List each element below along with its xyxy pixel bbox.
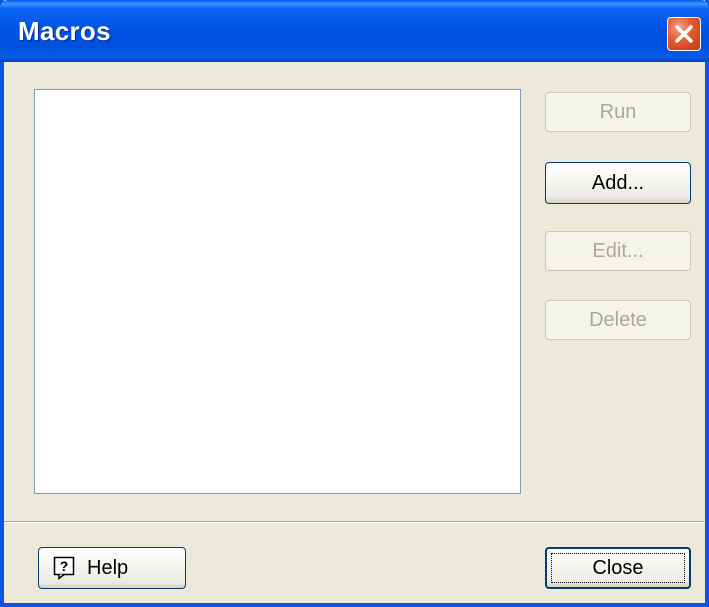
title-bar[interactable]: Macros xyxy=(0,0,709,62)
help-button[interactable]: ? Help xyxy=(38,547,186,589)
help-button-label: Help xyxy=(87,556,129,579)
close-window-button[interactable] xyxy=(667,17,701,51)
svg-text:?: ? xyxy=(60,558,69,574)
focus-rectangle xyxy=(551,553,685,583)
add-button[interactable]: Add... xyxy=(545,162,691,204)
close-icon xyxy=(675,25,693,43)
macro-list[interactable] xyxy=(34,89,521,494)
window-title: Macros xyxy=(18,16,111,46)
separator xyxy=(4,521,704,523)
close-button[interactable]: Close xyxy=(545,547,691,589)
run-button[interactable]: Run xyxy=(545,92,691,132)
delete-button[interactable]: Delete xyxy=(545,300,691,340)
help-icon: ? xyxy=(53,556,77,580)
edit-button[interactable]: Edit... xyxy=(545,231,691,271)
